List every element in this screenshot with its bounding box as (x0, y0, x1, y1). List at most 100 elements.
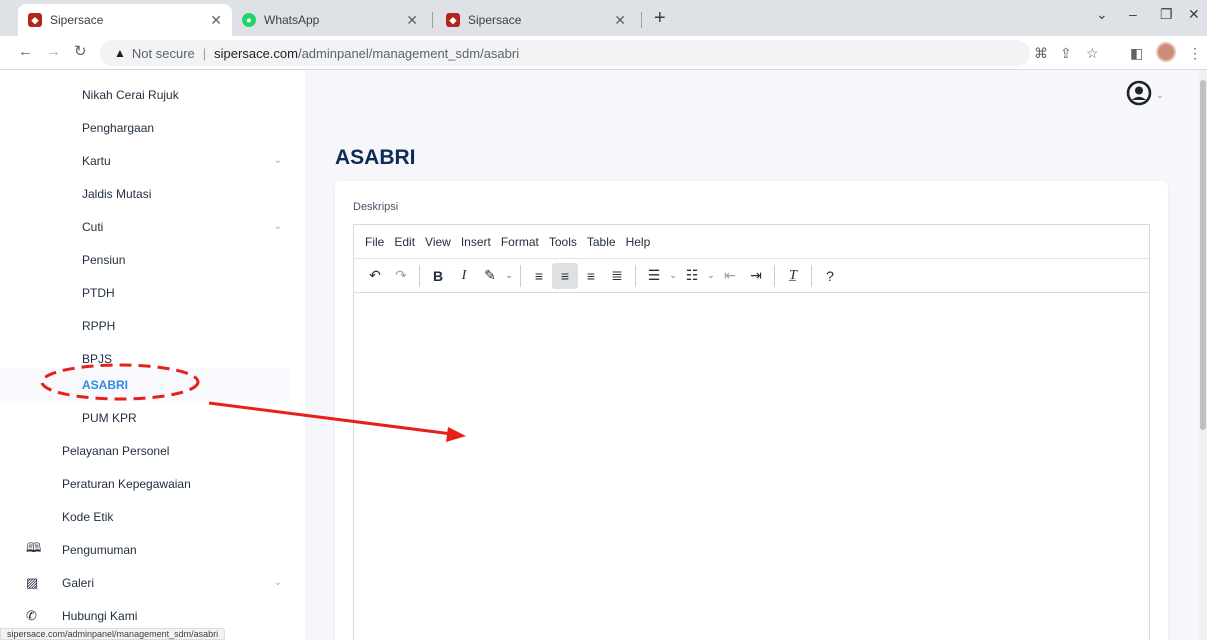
menu-file[interactable]: File (365, 235, 384, 249)
restore-button[interactable]: ❐ (1160, 6, 1173, 23)
align-justify-icon[interactable]: ≣ (604, 263, 630, 289)
chevron-down-icon: ⌄ (273, 155, 282, 166)
sidebar-item-label: Penghargaan (82, 120, 155, 135)
sidebar-item-label: Hubungi Kami (62, 608, 138, 623)
menu-tools[interactable]: Tools (549, 235, 577, 249)
sidebar-item-label: PUM KPR (82, 410, 137, 425)
back-arrow-icon[interactable]: ← (18, 44, 33, 60)
browser-tab-sipersace[interactable]: ◆ Sipersace ✕ (18, 4, 232, 36)
menu-format[interactable]: Format (501, 235, 539, 249)
clear-formatting-icon[interactable]: T̲ (780, 263, 806, 289)
image-icon: ▨ (26, 574, 39, 590)
sidebar-item-label: BPJS (82, 351, 113, 366)
sidebar-item-pelayanan-personel[interactable]: Pelayanan Personel (0, 434, 290, 467)
link-status-bar: sipersace.com/adminpanel/management_sdm/… (0, 628, 226, 640)
bullet-list-icon[interactable]: ☰ (641, 263, 667, 289)
address-bar[interactable]: ▲ Not secure | sipersace.com /adminpanel… (100, 40, 1030, 66)
sidebar-item-galeri[interactable]: ▨ Galeri ⌄ (0, 566, 290, 599)
chevron-down-icon[interactable]: ⌄ (705, 270, 717, 281)
sidebar-item-ptdh[interactable]: PTDH (0, 276, 290, 309)
editor-content-area[interactable] (354, 293, 1149, 640)
undo-icon[interactable]: ↶ (362, 263, 388, 289)
sidebar-item-kartu[interactable]: Kartu ⌄ (0, 144, 290, 177)
redo-icon[interactable]: ↷ (388, 263, 414, 289)
help-icon[interactable]: ? (817, 263, 843, 289)
address-host: sipersace.com (214, 45, 298, 61)
page-content: Nikah Cerai Rujuk Penghargaan Kartu ⌄ Jal… (0, 70, 1207, 640)
sidebar-item-label: Kartu (82, 153, 111, 168)
menu-table[interactable]: Table (587, 235, 616, 249)
sidebar-item-label: Pengumuman (62, 542, 137, 557)
sidebar-item-label: Peraturan Kepegawaian (62, 476, 191, 491)
sidebar-item-pum-kpr[interactable]: PUM KPR (0, 401, 290, 434)
chevron-down-icon[interactable]: ⌄ (1156, 90, 1164, 101)
new-tab-button[interactable]: + (654, 8, 666, 28)
minimize-button[interactable]: – (1129, 6, 1137, 22)
sidebar-item-label: Jaldis Mutasi (82, 186, 152, 201)
align-right-icon[interactable]: ≡ (578, 263, 604, 289)
sidebar-item-label: RPPH (82, 318, 116, 333)
content-card: Deskripsi File Edit View Insert Format T… (335, 181, 1168, 640)
security-status: Not secure (131, 45, 195, 61)
chevron-down-icon[interactable]: ⌄ (503, 270, 515, 281)
browser-tab-sipersace-2[interactable]: ◆ Sipersace ✕ (436, 4, 636, 36)
align-left-icon[interactable]: ≡ (526, 263, 552, 289)
indent-icon[interactable]: ⇥ (743, 263, 769, 289)
toolbar-divider (774, 264, 775, 287)
whatsapp-icon: ● (242, 13, 256, 27)
tab-search-icon[interactable]: ⌄ (1096, 6, 1108, 23)
sidebar-item-pengumuman[interactable]: 🕮 Pengumuman (0, 533, 290, 566)
reload-icon[interactable]: ↻ (74, 44, 87, 60)
user-account-icon[interactable] (1126, 80, 1152, 106)
forward-arrow-icon[interactable]: → (46, 44, 61, 60)
more-menu-icon[interactable]: ⋮ (1188, 45, 1202, 61)
align-center-icon[interactable]: ≡ (552, 262, 578, 289)
rich-text-editor: File Edit View Insert Format Tools Table… (353, 224, 1150, 640)
sidebar-item-label: Pensiun (82, 252, 126, 267)
sidebar-item-rpph[interactable]: RPPH (0, 309, 290, 342)
sidebar-item-label: ASABRI (82, 377, 129, 392)
book-icon: 🕮 (26, 539, 42, 555)
editor-toolbar: ↶ ↷ B I ✎ ⌄ ≡ ≡ ≡ ≣ ☰ ⌄ ☷ ⌄ ⇤ ⇥ T̲ ? (354, 259, 1149, 293)
bold-icon[interactable]: B (425, 263, 451, 289)
translate-icon[interactable]: ⌘ (1034, 45, 1048, 61)
browser-toolbar: ← → ↻ ▲ Not secure | sipersace.com /admi… (0, 36, 1207, 70)
sidebar-item-peraturan-kepegawaian[interactable]: Peraturan Kepegawaian (0, 467, 290, 500)
italic-icon[interactable]: I (451, 263, 477, 289)
highlight-color-icon[interactable]: ✎ (477, 263, 503, 289)
field-label: Deskripsi (353, 201, 399, 213)
page-title: ASABRI (335, 146, 416, 169)
menu-view[interactable]: View (425, 235, 451, 249)
page-scrollbar-thumb[interactable] (1200, 80, 1206, 430)
menu-insert[interactable]: Insert (461, 235, 491, 249)
editor-menubar: File Edit View Insert Format Tools Table… (354, 225, 1149, 259)
browser-tabstrip: ◆ Sipersace ✕ ● WhatsApp ✕ ◆ Sipersace ✕… (0, 0, 1207, 36)
sidebar-item-pensiun[interactable]: Pensiun (0, 243, 290, 276)
browser-tab-whatsapp[interactable]: ● WhatsApp ✕ (232, 4, 428, 36)
toolbar-divider (419, 264, 420, 287)
browser-profile-avatar[interactable] (1156, 42, 1176, 62)
menu-edit[interactable]: Edit (394, 235, 415, 249)
sidebar-item-asabri[interactable]: ASABRI (0, 368, 290, 401)
sidebar-item-jaldis-mutasi[interactable]: Jaldis Mutasi (0, 177, 290, 210)
numbered-list-icon[interactable]: ☷ (679, 263, 705, 289)
sidebar-item-penghargaan[interactable]: Penghargaan (0, 111, 290, 144)
close-icon[interactable]: ✕ (614, 12, 626, 29)
bookmark-star-icon[interactable]: ☆ (1086, 45, 1099, 61)
sidebar-item-nikah-cerai-rujuk[interactable]: Nikah Cerai Rujuk (0, 78, 290, 111)
sidebar-item-label: Cuti (82, 219, 104, 234)
chevron-down-icon: ⌄ (273, 577, 282, 588)
side-panel-icon[interactable]: ◧ (1130, 45, 1143, 61)
sidebar-item-kode-etik[interactable]: Kode Etik (0, 500, 290, 533)
close-icon[interactable]: ✕ (406, 12, 418, 29)
share-icon[interactable]: ⇪ (1060, 45, 1072, 61)
menu-help[interactable]: Help (626, 235, 651, 249)
tab-title: Sipersace (468, 13, 522, 27)
sidebar-item-cuti[interactable]: Cuti ⌄ (0, 210, 290, 243)
outdent-icon[interactable]: ⇤ (717, 263, 743, 289)
warning-triangle-icon: ▲ (114, 46, 126, 60)
close-icon[interactable]: ✕ (210, 12, 222, 29)
chevron-down-icon[interactable]: ⌄ (667, 270, 679, 281)
tab-title: WhatsApp (264, 13, 320, 27)
window-close-button[interactable]: ✕ (1188, 6, 1200, 23)
